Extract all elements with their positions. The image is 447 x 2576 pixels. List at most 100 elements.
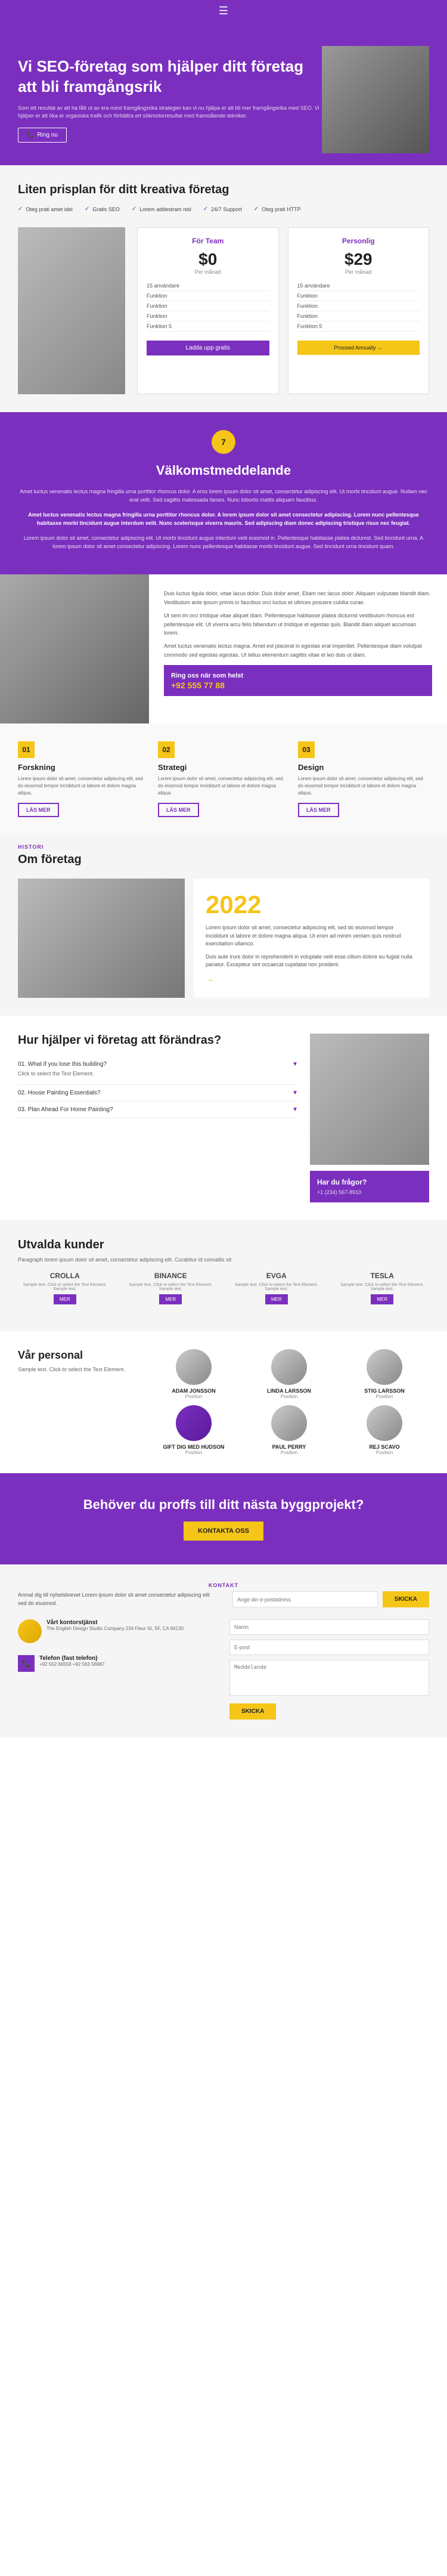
service-3-title: Design xyxy=(298,763,429,772)
service-1-btn[interactable]: LÄS MER xyxy=(18,803,59,817)
pricing-cards: För Team $0 Per månad 15 användare Funkt… xyxy=(137,227,429,394)
client-crolla: CROLLA Sample text. Click to select the … xyxy=(18,1272,112,1304)
staff-rej: REJ SCAVO Position xyxy=(340,1405,429,1455)
staff-stig-avatar xyxy=(367,1349,402,1385)
pricing-card-personal-price: $29 xyxy=(297,250,420,269)
personal-feature-5: Funktion 5 xyxy=(297,321,420,332)
contact-section: KONTAKT Anmal dig till nyhetsbrevet Lore… xyxy=(0,1564,447,1737)
header: ☰ xyxy=(0,0,447,22)
client-evga-btn[interactable]: MER xyxy=(265,1294,288,1304)
pricing-person-image xyxy=(18,227,125,394)
history-label: HISTORI xyxy=(18,844,429,850)
staff-description: Sample text. Click to select the Text El… xyxy=(18,1366,137,1372)
service-1-desc: Lorem ipsum dolor sit amet, consectetur … xyxy=(18,775,149,797)
staff-gift: GIFT DIG MED HUDSON Position xyxy=(149,1405,238,1455)
contact-submit-button[interactable]: SKICKA xyxy=(229,1703,276,1720)
client-crolla-btn[interactable]: MER xyxy=(54,1294,76,1304)
service-design: 03 Design Lorem ipsum dolor sit amet, co… xyxy=(298,741,429,817)
newsletter-button[interactable]: SKICKA xyxy=(383,1591,429,1607)
hero-cta-button[interactable]: 📞 Ring nu xyxy=(18,128,67,143)
contact-phone-numbers: +92 552 66558 +92 563 56987 xyxy=(39,1662,104,1667)
staff-linda-name: LINDA LARSSON xyxy=(244,1388,334,1394)
check-icon: ✓ xyxy=(18,206,23,212)
hero-description: Som ett resultat av att ha fått ut av er… xyxy=(18,104,322,120)
team-signup-button[interactable]: Ladda upp gratis xyxy=(147,341,269,355)
pricing-feature-4: ✓ 24/7 Support xyxy=(203,206,242,212)
staff-adam-name: ADAM JONSSON xyxy=(149,1388,238,1394)
welcome-p2: Amet luctus venenatis lectus magna fring… xyxy=(28,512,418,526)
service-2-desc: Lorem ipsum dolor sit amet, consectetur … xyxy=(158,775,289,797)
client-binance-btn[interactable]: MER xyxy=(159,1294,182,1304)
faq-item-3[interactable]: 03. Plan Ahead For Home Painting? ▼ Clic… xyxy=(18,1102,298,1118)
pricing-card-personal-title: Personlig xyxy=(297,237,420,245)
contact-info: Vårt kontorstjänst The English Design St… xyxy=(18,1619,218,1720)
phone-icon: 📞 xyxy=(27,132,34,138)
team-feature-3: Funktion xyxy=(147,301,269,311)
staff-adam-role: Position xyxy=(149,1394,238,1399)
welcome-p1: Amet luctus venenatis lectus magna fring… xyxy=(18,487,429,505)
contact-message-input[interactable] xyxy=(229,1660,429,1696)
pricing-team-features: 15 användare Funktion Funktion Funktion … xyxy=(147,281,269,332)
client-crolla-name: CROLLA xyxy=(50,1272,80,1280)
faq-contact-phone: +1 (234) 567-8910 xyxy=(317,1189,422,1195)
staff-paul: PAUL PERRY Position xyxy=(244,1405,334,1455)
pricing-feature-5: ✓ Oteg prati HTTP xyxy=(254,206,301,212)
client-tesla-sub: Sample text. Click to select the Text El… xyxy=(336,1283,430,1291)
newsletter-form: SKICKA xyxy=(232,1591,429,1607)
client-binance-name: BINANCE xyxy=(154,1272,187,1280)
faq-item-1-content: Click to select the Text Element. xyxy=(18,1068,298,1080)
check-icon: ✓ xyxy=(85,206,89,212)
faq-item-1[interactable]: 01. What if you lose this building? ▼ Cl… xyxy=(18,1056,298,1085)
team-feature-5: Funktion 5 xyxy=(147,321,269,332)
staff-stig-name: STIG LARSSON xyxy=(340,1388,429,1394)
personal-signup-button[interactable]: Proceed Annually → xyxy=(297,341,420,355)
pricing-card-team: För Team $0 Per månad 15 användare Funkt… xyxy=(137,227,279,394)
menu-icon[interactable]: ☰ xyxy=(219,5,228,17)
client-crolla-sub: Sample text. Click to select the Text El… xyxy=(18,1283,112,1291)
client-tesla-btn[interactable]: MER xyxy=(371,1294,393,1304)
service-2-btn[interactable]: LÄS MER xyxy=(158,803,199,817)
faq-item-2[interactable]: 02. House Painting Essentials? ▼ Click t… xyxy=(18,1085,298,1102)
clients-logos: CROLLA Sample text. Click to select the … xyxy=(18,1272,429,1304)
clients-section: Utvalda kunder Paragraph lorem ipsum dol… xyxy=(0,1220,447,1331)
clients-title: Utvalda kunder xyxy=(18,1238,429,1252)
staff-paul-avatar xyxy=(271,1405,307,1441)
staff-linda-role: Position xyxy=(244,1394,334,1399)
history-section: HISTORI Om företag xyxy=(0,835,447,879)
contact-phone-title: Telefon (fast telefon) xyxy=(39,1655,104,1662)
faq-left: Hur hjälper vi företag att förändras? 01… xyxy=(18,1034,298,1202)
client-evga: EVGA Sample text. Click to select the Te… xyxy=(229,1272,324,1304)
pricing-feature-1: ✓ Oteg prati amet idei xyxy=(18,206,73,212)
contact-phone-row: 📞 Telefon (fast telefon) +92 552 66558 +… xyxy=(18,1655,218,1672)
company-section: 2022 Lorem ipsum dolor sit amet, consect… xyxy=(0,879,447,1016)
pricing-section: För Team $0 Per månad 15 användare Funkt… xyxy=(0,227,447,412)
welcome-section: 7 Välkomstmeddelande Amet luctus venenat… xyxy=(0,412,447,574)
contact-office-title: Vårt kontorstjänst xyxy=(46,1619,184,1626)
staff-right: ADAM JONSSON Position LINDA LARSSON Posi… xyxy=(149,1349,429,1455)
staff-linda-avatar xyxy=(271,1349,307,1385)
chevron-down-icon: ▼ xyxy=(292,1090,298,1096)
about-phone: +92 555 77 88 xyxy=(171,681,225,690)
team-feature-4: Funktion xyxy=(147,311,269,321)
cta-button[interactable]: KONTAKTA OSS xyxy=(184,1522,263,1541)
contact-email-input[interactable] xyxy=(229,1640,429,1655)
personal-feature-3: Funktion xyxy=(297,301,420,311)
cta-title: Behöver du proffs till ditt nästa byggpr… xyxy=(18,1497,429,1513)
company-p1: Lorem ipsum dolor sit amet, consectetur … xyxy=(206,924,417,948)
contact-name-input[interactable] xyxy=(229,1619,429,1635)
service-3-btn[interactable]: LÄS MER xyxy=(298,803,339,817)
faq-item-1-title: 01. What if you lose this building? xyxy=(18,1061,107,1068)
faq-section: Hur hjälper vi företag att förändras? 01… xyxy=(0,1016,447,1220)
company-p2: Duis aute irure dolor in reprehenderit i… xyxy=(206,953,417,969)
contact-office: Vårt kontorstjänst The English Design St… xyxy=(18,1619,218,1648)
welcome-icon: 7 xyxy=(212,430,235,454)
team-feature-2: Funktion xyxy=(147,291,269,301)
contact-grid: Vårt kontorstjänst The English Design St… xyxy=(18,1619,429,1720)
company-year: 2022 xyxy=(206,890,417,919)
newsletter-input[interactable] xyxy=(232,1591,378,1607)
service-2-num: 02 xyxy=(158,741,175,758)
pricing-features-list: ✓ Oteg prati amet idei ✓ Gratis SEO ✓ Lo… xyxy=(18,206,429,212)
about-image xyxy=(0,574,149,723)
contact-form: SKICKA xyxy=(229,1619,429,1720)
contact-desc: Anmal dig till nyhetsbrevet Lorem ipsum … xyxy=(18,1591,215,1607)
